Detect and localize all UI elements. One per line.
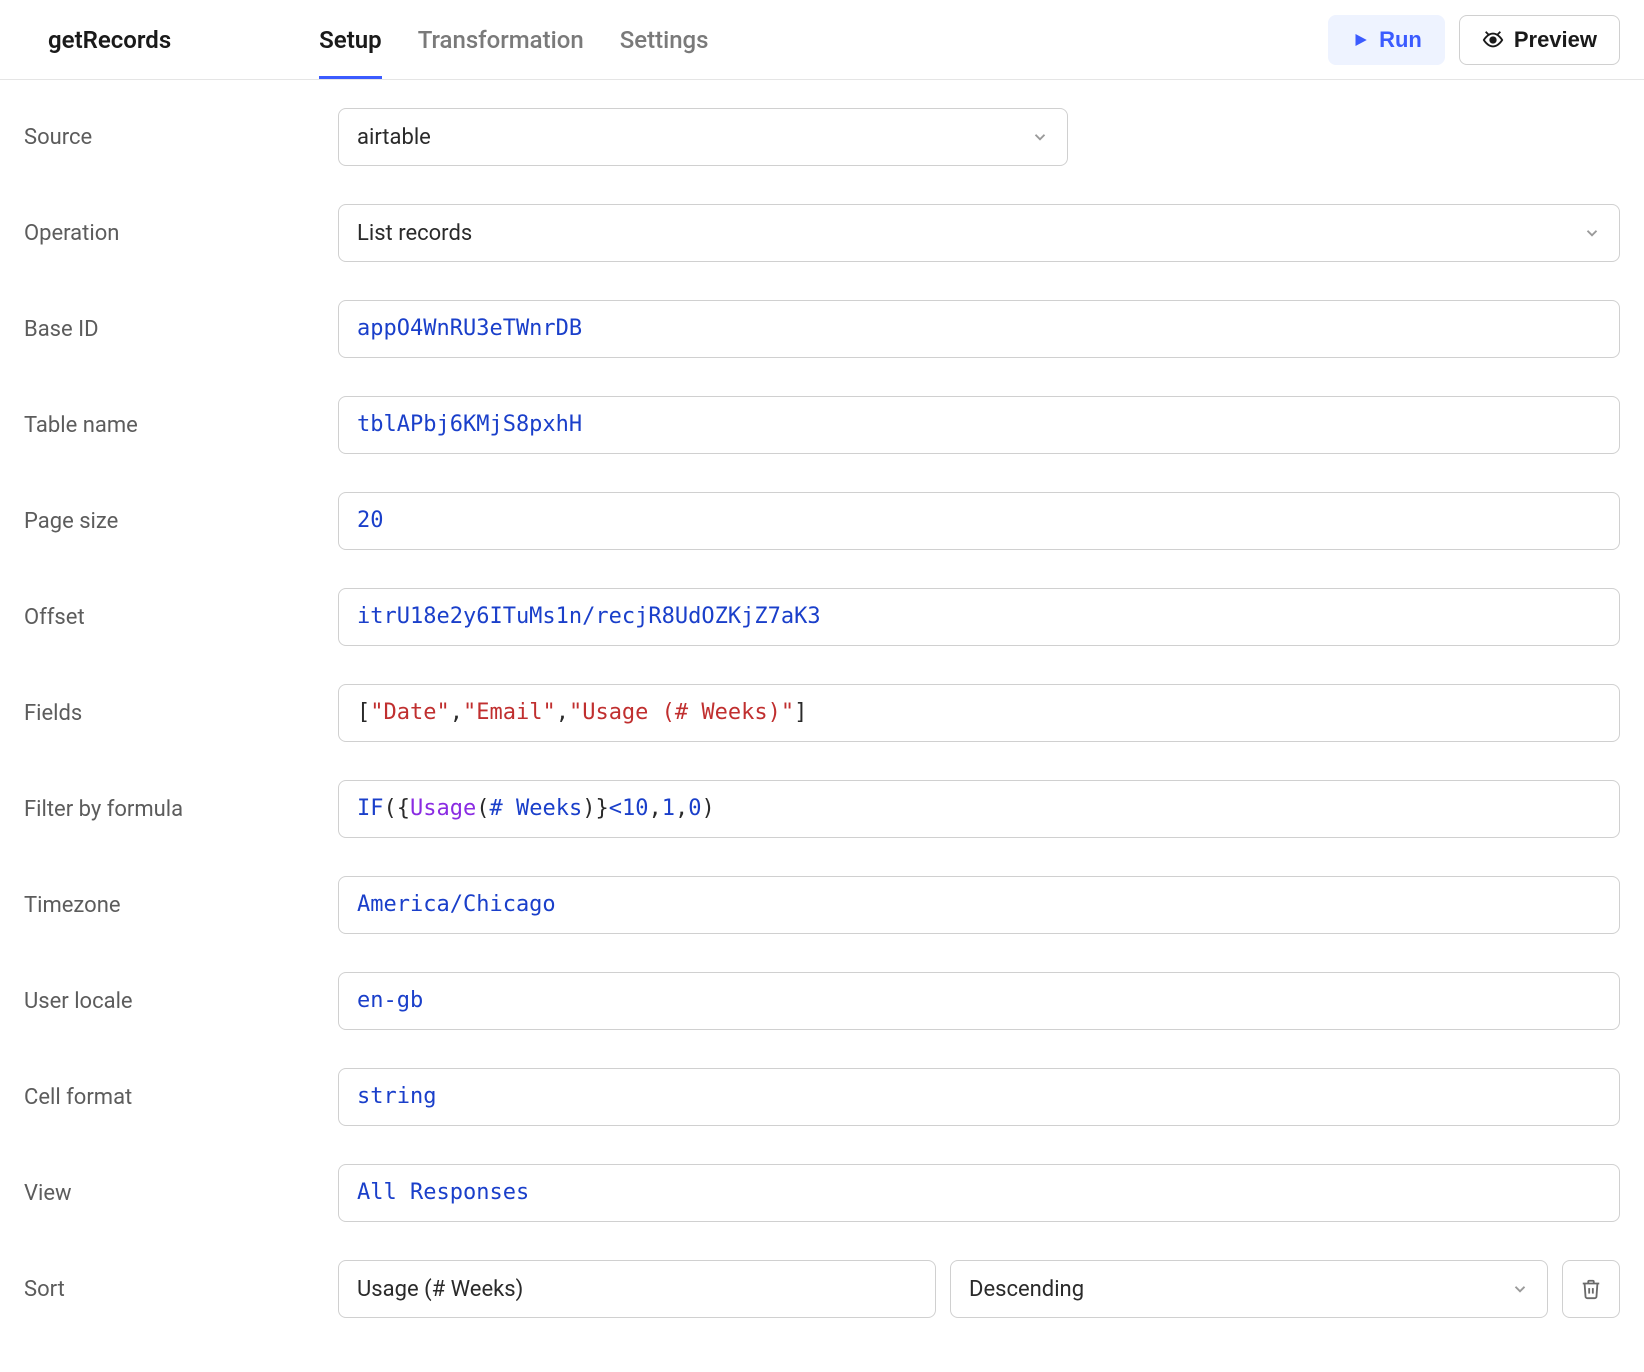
user-locale-value: en-gb xyxy=(357,990,423,1012)
label-view: View xyxy=(24,1181,338,1206)
label-fields: Fields xyxy=(24,701,338,726)
source-select-value: airtable xyxy=(357,125,431,150)
label-offset: Offset xyxy=(24,605,338,630)
timezone-value: America/Chicago xyxy=(357,894,556,916)
row-user-locale: User locale en-gb xyxy=(24,972,1620,1030)
label-sort: Sort xyxy=(24,1277,338,1302)
tab-label: Settings xyxy=(620,26,709,54)
view-input[interactable]: All Responses xyxy=(338,1164,1620,1222)
row-timezone: Timezone America/Chicago xyxy=(24,876,1620,934)
row-sort: Sort Usage (# Weeks) Descending xyxy=(24,1260,1620,1318)
table-name-value: tblAPbj6KMjS8pxhH xyxy=(357,414,582,436)
preview-button-label: Preview xyxy=(1514,27,1597,53)
operation-select[interactable]: List records xyxy=(338,204,1620,262)
row-view: View All Responses xyxy=(24,1164,1620,1222)
row-operation: Operation List records xyxy=(24,204,1620,262)
page-size-input[interactable]: 20 xyxy=(338,492,1620,550)
label-cell-format: Cell format xyxy=(24,1085,338,1110)
run-button-label: Run xyxy=(1379,27,1422,53)
delete-sort-button[interactable] xyxy=(1562,1260,1620,1318)
label-operation: Operation xyxy=(24,221,338,246)
offset-input[interactable]: itrU18e2y6ITuMs1n/recjR8UdOZKjZ7aK3 xyxy=(338,588,1620,646)
offset-value: itrU18e2y6ITuMs1n/recjR8UdOZKjZ7aK3 xyxy=(357,606,821,628)
row-filter: Filter by formula IF({Usage (# Weeks)} <… xyxy=(24,780,1620,838)
chevron-down-icon xyxy=(1031,128,1049,146)
query-title: getRecords xyxy=(24,26,171,54)
preview-button[interactable]: Preview xyxy=(1459,15,1620,65)
eye-icon xyxy=(1482,29,1504,51)
user-locale-input[interactable]: en-gb xyxy=(338,972,1620,1030)
sort-controls: Usage (# Weeks) Descending xyxy=(338,1260,1620,1318)
row-table-name: Table name tblAPbj6KMjS8pxhH xyxy=(24,396,1620,454)
tab-label: Transformation xyxy=(418,26,584,54)
label-table-name: Table name xyxy=(24,413,338,438)
cell-format-value: string xyxy=(357,1086,436,1108)
sort-direction-value: Descending xyxy=(969,1277,1084,1302)
header-right: Run Preview xyxy=(1328,15,1620,65)
table-name-input[interactable]: tblAPbj6KMjS8pxhH xyxy=(338,396,1620,454)
tab-transformation[interactable]: Transformation xyxy=(418,0,584,79)
run-button[interactable]: Run xyxy=(1328,15,1445,65)
view-value: All Responses xyxy=(357,1182,529,1204)
chevron-down-icon xyxy=(1583,224,1601,242)
tab-setup[interactable]: Setup xyxy=(319,0,382,79)
header-bar: getRecords Setup Transformation Settings… xyxy=(0,0,1644,80)
row-offset: Offset itrU18e2y6ITuMs1n/recjR8UdOZKjZ7a… xyxy=(24,588,1620,646)
filter-input[interactable]: IF({Usage (# Weeks)} < 10, 1, 0) xyxy=(338,780,1620,838)
row-base-id: Base ID appO4WnRU3eTWnrDB xyxy=(24,300,1620,358)
label-page-size: Page size xyxy=(24,509,338,534)
fields-input[interactable]: ["Date", "Email", "Usage (# Weeks)"] xyxy=(338,684,1620,742)
tabs: Setup Transformation Settings xyxy=(319,0,708,79)
label-source: Source xyxy=(24,125,338,150)
play-icon xyxy=(1351,31,1369,49)
label-user-locale: User locale xyxy=(24,989,338,1014)
timezone-input[interactable]: America/Chicago xyxy=(338,876,1620,934)
base-id-value: appO4WnRU3eTWnrDB xyxy=(357,318,582,340)
trash-icon xyxy=(1580,1278,1602,1300)
sort-field-select[interactable]: Usage (# Weeks) xyxy=(338,1260,936,1318)
row-source: Source airtable xyxy=(24,108,1620,166)
label-filter: Filter by formula xyxy=(24,797,338,822)
row-fields: Fields ["Date", "Email", "Usage (# Weeks… xyxy=(24,684,1620,742)
page-size-value: 20 xyxy=(357,510,384,532)
base-id-input[interactable]: appO4WnRU3eTWnrDB xyxy=(338,300,1620,358)
tab-settings[interactable]: Settings xyxy=(620,0,709,79)
cell-format-input[interactable]: string xyxy=(338,1068,1620,1126)
label-base-id: Base ID xyxy=(24,317,338,342)
source-select[interactable]: airtable xyxy=(338,108,1068,166)
sort-field-value: Usage (# Weeks) xyxy=(357,1277,523,1302)
label-timezone: Timezone xyxy=(24,893,338,918)
chevron-down-icon xyxy=(1511,1280,1529,1298)
form-body: Source airtable Operation List records B… xyxy=(0,80,1644,1318)
sort-direction-select[interactable]: Descending xyxy=(950,1260,1548,1318)
operation-select-value: List records xyxy=(357,221,472,246)
header-left: getRecords Setup Transformation Settings xyxy=(24,0,709,79)
row-cell-format: Cell format string xyxy=(24,1068,1620,1126)
tab-label: Setup xyxy=(319,26,382,54)
row-page-size: Page size 20 xyxy=(24,492,1620,550)
